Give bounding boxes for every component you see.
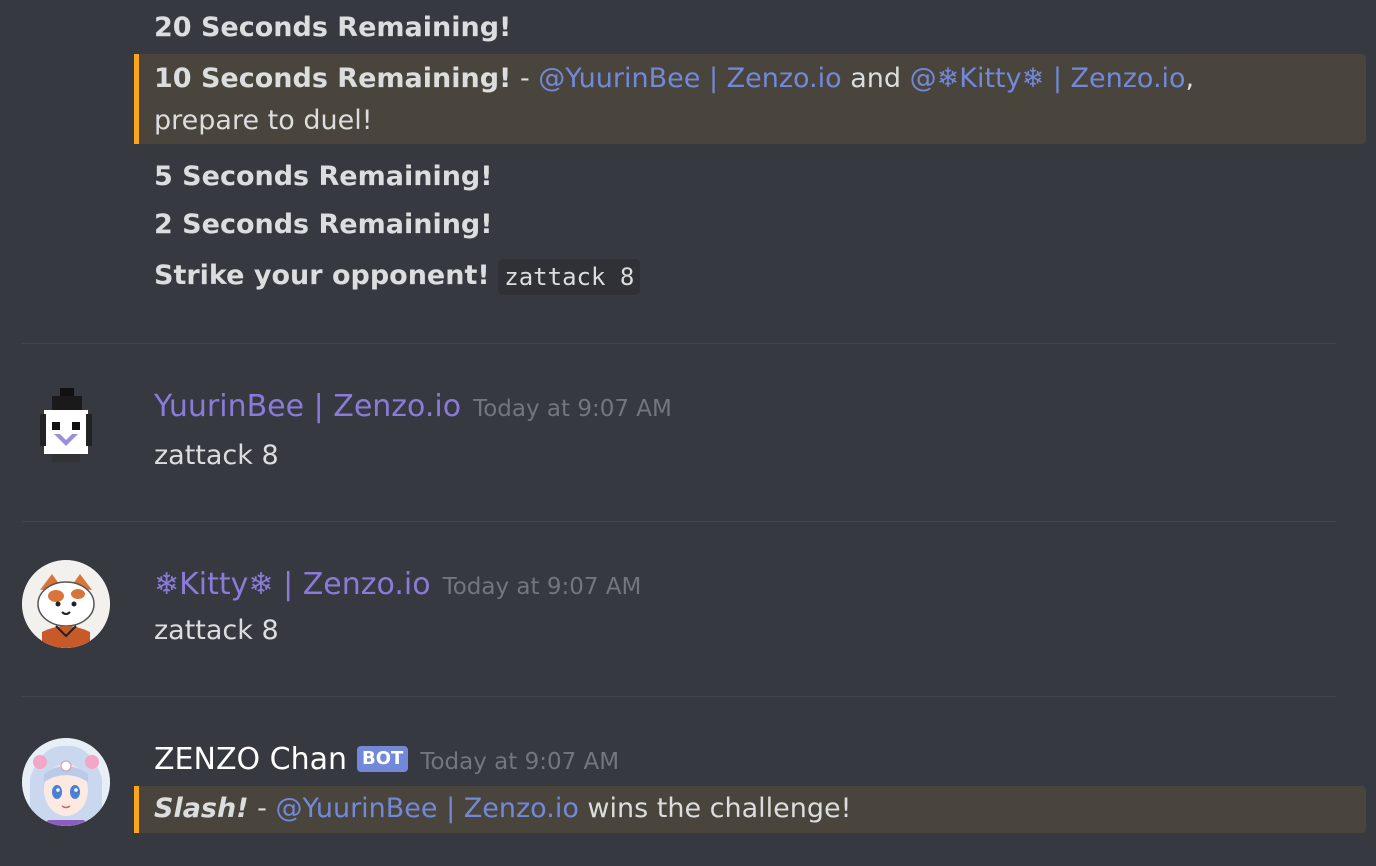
message-divider [22,343,1336,344]
avatar-yuurinbee[interactable] [22,384,110,472]
comma: , [1185,63,1195,94]
avatar-zenzo-chan[interactable] [22,738,110,826]
username[interactable]: ZENZO Chan [154,742,347,777]
message-text-zenzo: Slash! - @YuurinBee | Zenzo.io wins the … [154,790,851,828]
message-header-yuurinbee: YuurinBee | Zenzo.io Today at 9:07 AM [154,387,672,431]
separator: - [511,63,539,94]
countdown-20: 20 Seconds Remaining! [154,12,512,43]
mention-yuurinbee[interactable]: @YuurinBee | Zenzo.io [538,63,841,94]
bot-badge: BOT [357,746,409,772]
message-divider [22,521,1336,522]
message-text: zattack 8 [154,440,279,471]
message-header-kitty: ❄Kitty❄ | Zenzo.io Today at 9:07 AM [154,565,641,609]
prepare-text: prepare to duel! [154,105,373,136]
mention-kitty[interactable]: @❄Kitty❄ | Zenzo.io [910,63,1186,94]
timestamp: Today at 9:07 AM [420,749,620,775]
separator: - [248,793,276,824]
countdown-2: 2 Seconds Remaining! [154,209,493,240]
and-text: and [841,63,910,94]
message-header-zenzo-chan: ZENZO Chan BOT Today at 9:07 AM [154,740,619,784]
username[interactable]: ❄Kitty❄ | Zenzo.io [154,567,431,602]
message-text: zattack 8 [154,615,279,646]
slash-text: Slash! [154,793,249,824]
avatar-kitty[interactable] [22,560,110,648]
inline-code: zattack 8 [498,258,641,295]
strike-text: Strike your opponent! [154,260,490,291]
timestamp: Today at 9:07 AM [442,574,642,600]
win-text: wins the challenge! [578,793,852,824]
countdown-10-line: 10 Seconds Remaining! - @YuurinBee | Zen… [154,60,1194,98]
countdown-10: 10 Seconds Remaining! [154,63,512,94]
countdown-5: 5 Seconds Remaining! [154,161,493,192]
message-divider [22,696,1336,697]
timestamp: Today at 9:07 AM [473,396,672,422]
strike-line: Strike your opponent! zattack 8 [154,257,641,295]
username[interactable]: YuurinBee | Zenzo.io [154,389,461,424]
mention-yuurinbee[interactable]: @YuurinBee | Zenzo.io [275,793,578,824]
chat-area: 20 Seconds Remaining! 10 Seconds Remaini… [0,0,1376,866]
